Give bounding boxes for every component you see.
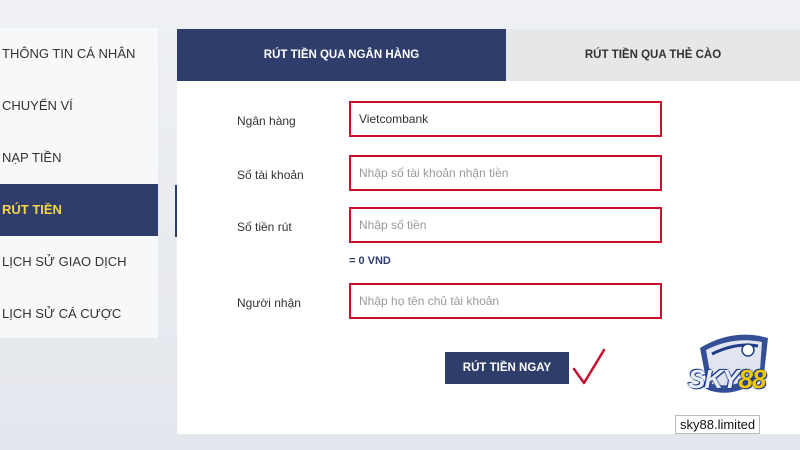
amount-input[interactable] [349,207,662,243]
bank-field[interactable] [349,101,662,137]
sky88-logo-text: SKY88 [688,364,766,394]
withdraw-now-button[interactable]: RÚT TIỀN NGAY [445,352,569,384]
domain-badge: sky88.limited [675,415,761,434]
amount-converted-note: = 0 VND [349,255,391,267]
account-label: Số tài khoản [237,168,304,182]
account-number-input[interactable] [349,155,662,191]
tab-bank-withdraw[interactable]: RÚT TIỀN QUA NGÂN HÀNG [177,29,506,81]
sidebar-item-withdraw[interactable]: RÚT TIỀN [0,184,158,236]
checkmark-icon [572,348,606,385]
sidebar-item-transfer-wallet[interactable]: CHUYỂN VÍ [0,80,158,132]
tab-bar: RÚT TIỀN QUA NGÂN HÀNG RÚT TIỀN QUA THẺ … [177,29,800,81]
amount-label: Số tiền rút [237,220,292,234]
sidebar-menu: THÔNG TIN CÁ NHÂN CHUYỂN VÍ NẠP TIỀN RÚT… [0,28,158,338]
bank-label: Ngân hàng [237,114,296,128]
sidebar-item-bet-history[interactable]: LỊCH SỬ CÁ CƯỢC [0,288,158,340]
sidebar-item-transaction-history[interactable]: LỊCH SỬ GIAO DỊCH [0,236,158,288]
recipient-label: Người nhận [237,296,301,310]
recipient-name-input[interactable] [349,283,662,319]
sidebar-item-profile[interactable]: THÔNG TIN CÁ NHÂN [0,28,158,80]
tab-card-withdraw[interactable]: RÚT TIỀN QUA THẺ CÀO [506,29,800,81]
sidebar-item-deposit[interactable]: NẠP TIỀN [0,132,158,184]
